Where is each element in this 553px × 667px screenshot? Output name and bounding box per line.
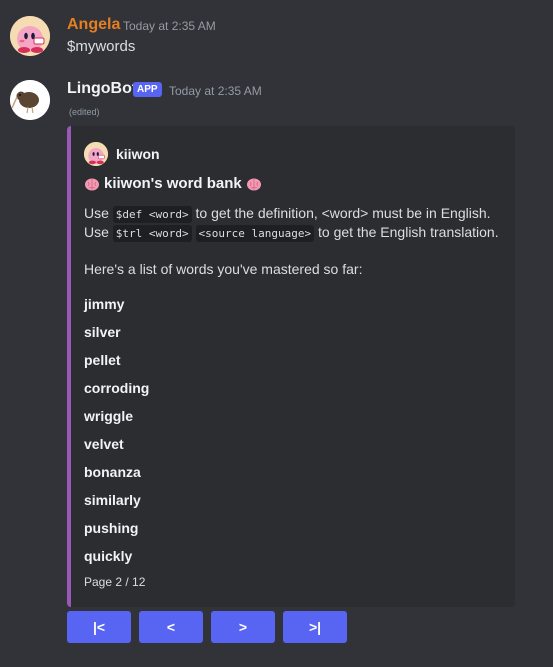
word-bank-embed: kiiwon kiiwon's word bank Use $def <word…	[67, 126, 515, 607]
desc-text: to get the definition, <word> must be in…	[191, 205, 491, 221]
page-indicator: Page 2 / 12	[84, 575, 146, 589]
inline-code: <source language>	[195, 225, 315, 242]
pagination-buttons: |< < > >|	[67, 611, 347, 643]
inline-code: $def <word>	[112, 206, 192, 223]
brain-icon	[84, 176, 100, 192]
desc-text: Use	[84, 205, 113, 221]
embed-title: kiiwon's word bank	[84, 175, 262, 192]
last-page-button[interactable]: >|	[283, 611, 347, 643]
angela-avatar[interactable]	[10, 16, 50, 56]
description-line-trl: Use $trl <word> <source language> to get…	[84, 223, 499, 243]
word-item: pushing	[84, 520, 139, 536]
message-content: $mywords	[67, 38, 136, 55]
author-name-lingobot[interactable]: LingoBot	[67, 79, 137, 99]
app-badge: APP	[133, 82, 162, 97]
next-page-button[interactable]: >	[211, 611, 275, 643]
lingobot-avatar[interactable]	[10, 80, 50, 120]
word-item: jimmy	[84, 296, 125, 312]
brain-icon	[246, 176, 262, 192]
embed-author-name[interactable]: kiiwon	[116, 146, 160, 162]
inline-code: $trl <word>	[112, 225, 192, 242]
word-list-intro: Here's a list of words you've mastered s…	[84, 261, 363, 277]
embed-title-text: kiiwon's word bank	[104, 175, 242, 192]
desc-text	[192, 224, 196, 240]
message-timestamp: Today at 2:35 AM	[169, 84, 262, 98]
chat-channel: Angela Today at 2:35 AM $mywords LingoBo…	[0, 0, 553, 667]
word-item: quickly	[84, 548, 133, 564]
word-list: jimmy silver pellet corroding wriggle ve…	[84, 294, 149, 574]
word-item: similarly	[84, 492, 141, 508]
desc-text: to get the English translation.	[314, 224, 499, 240]
desc-text: Use	[84, 224, 113, 240]
prev-page-button[interactable]: <	[139, 611, 203, 643]
embed-author-icon	[84, 142, 108, 166]
word-item: bonanza	[84, 464, 141, 480]
description-line-def: Use $def <word> to get the definition, <…	[84, 204, 491, 224]
word-item: pellet	[84, 352, 121, 368]
word-item: wriggle	[84, 408, 134, 424]
first-page-button[interactable]: |<	[67, 611, 131, 643]
word-item: corroding	[84, 380, 150, 396]
edited-label: (edited)	[69, 107, 100, 117]
word-item: velvet	[84, 436, 124, 452]
embed-author: kiiwon	[84, 142, 160, 166]
author-name-angela[interactable]: Angela	[67, 15, 120, 35]
word-item: silver	[84, 324, 121, 340]
message-timestamp: Today at 2:35 AM	[123, 19, 216, 33]
